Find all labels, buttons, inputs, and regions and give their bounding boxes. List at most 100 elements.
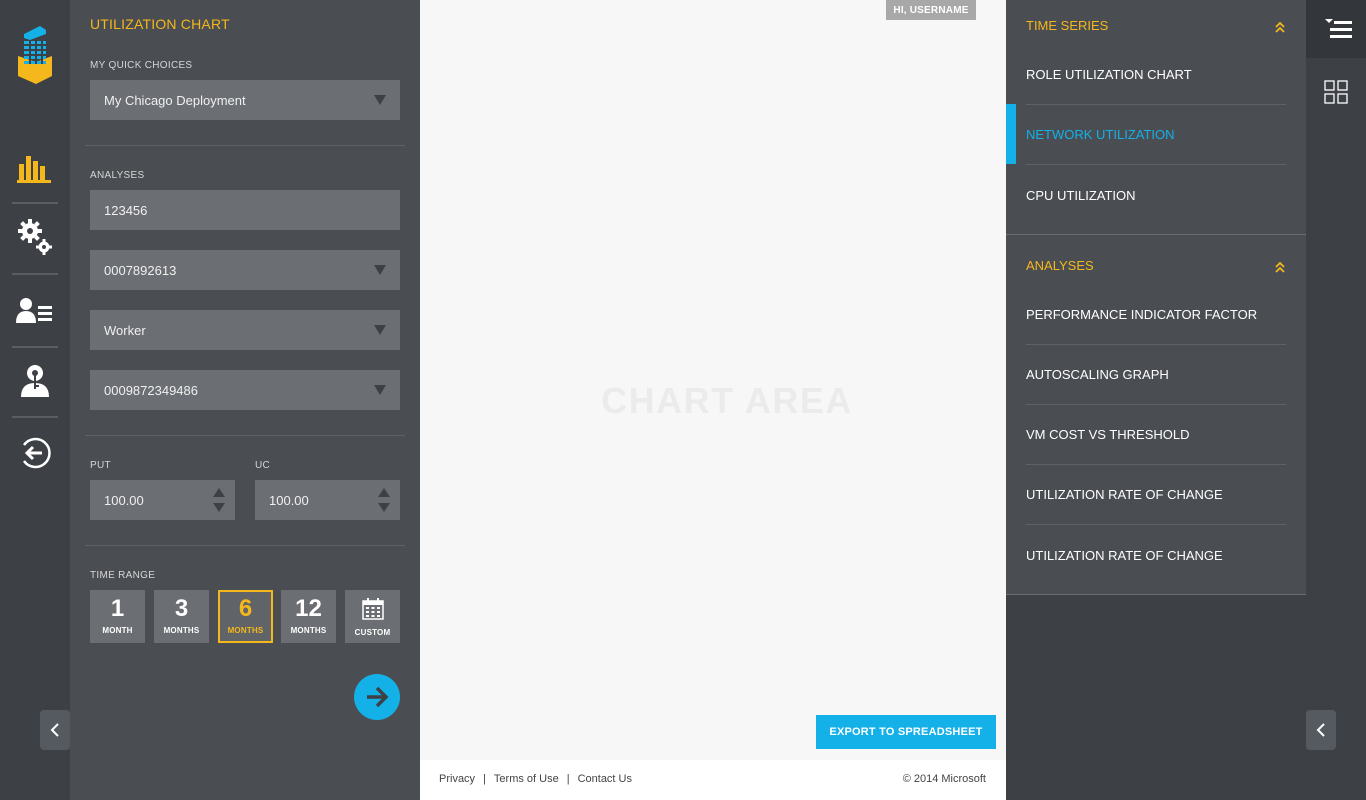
right-rail	[1306, 0, 1366, 800]
user-lock-icon[interactable]	[12, 358, 58, 404]
deployment-id-dropdown[interactable]: 0007892613	[90, 250, 400, 290]
item-label: VM COST VS THRESHOLD	[1026, 427, 1190, 442]
stepper-up-icon[interactable]	[378, 488, 390, 497]
deployment-id-value: 0007892613	[104, 262, 177, 278]
double-chevron-up-icon[interactable]	[1274, 20, 1286, 34]
bar-chart-icon[interactable]	[12, 145, 58, 191]
analysis-id-value: 123456	[104, 202, 148, 218]
collapse-right-button[interactable]	[1306, 710, 1336, 750]
time-range-unit: MONTHS	[163, 626, 200, 635]
time-series-item-cpu-utilization[interactable]: CPU UTILIZATION	[1026, 165, 1286, 225]
active-item-marker	[1006, 104, 1016, 164]
quick-choices-value: My Chicago Deployment	[104, 92, 246, 108]
stepper-down-icon[interactable]	[213, 503, 225, 512]
time-range-label: TIME RANGE	[90, 570, 156, 581]
instance-id-value: 0009872349486	[104, 382, 198, 398]
time-range-number: 12	[295, 595, 322, 622]
rail-divider	[12, 346, 58, 348]
time-series-item-network-utilization[interactable]: NETWORK UTILIZATION	[1026, 105, 1286, 165]
stepper-down-icon[interactable]	[378, 503, 390, 512]
chart-placeholder: CHART AREA	[601, 380, 853, 421]
left-nav-rail	[0, 0, 70, 800]
arrow-right-icon	[367, 686, 389, 708]
analysis-item-utilization-rate[interactable]: UTILIZATION RATE OF CHANGE	[1026, 465, 1286, 525]
uc-value: 100.00	[269, 492, 309, 508]
panel-title: UTILIZATION CHART	[90, 16, 230, 32]
chart-type-panel: TIME SERIES ROLE UTILIZATION CHART NETWO…	[1006, 0, 1306, 800]
analyses-group-title[interactable]: ANALYSES	[1026, 258, 1094, 273]
item-label: CPU UTILIZATION	[1026, 187, 1136, 203]
time-range-3-months-button[interactable]: 3 MONTHS	[154, 590, 209, 643]
analyses-label: ANALYSES	[90, 170, 145, 181]
chevron-left-icon	[1316, 723, 1325, 737]
stepper-arrows	[378, 488, 390, 512]
analysis-item-performance-indicator[interactable]: PERFORMANCE INDICATOR FACTOR	[1026, 285, 1286, 345]
quick-choices-dropdown[interactable]: My Chicago Deployment	[90, 80, 400, 120]
group-divider	[1006, 234, 1306, 235]
calendar-icon	[345, 598, 400, 625]
chevron-left-icon	[50, 723, 59, 737]
footer: Privacy | Terms of Use | Contact Us © 20…	[420, 760, 1006, 800]
analysis-item-utilization-rate[interactable]: UTILIZATION RATE OF CHANGE	[1026, 525, 1286, 585]
item-label: UTILIZATION RATE OF CHANGE	[1026, 547, 1223, 563]
uc-stepper[interactable]: 100.00	[255, 480, 400, 520]
grid-view-icon[interactable]	[1324, 80, 1348, 104]
item-label: ROLE UTILIZATION CHART	[1026, 67, 1192, 82]
stepper-up-icon[interactable]	[213, 488, 225, 497]
contact-link[interactable]: Contact Us	[578, 773, 632, 785]
item-label: UTILIZATION RATE OF CHANGE	[1026, 487, 1223, 502]
time-range-unit: CUSTOM	[354, 628, 391, 637]
item-label: NETWORK UTILIZATION	[1026, 127, 1175, 142]
user-greeting-badge[interactable]: HI, USERNAME	[886, 0, 976, 20]
role-value: Worker	[104, 322, 146, 338]
role-dropdown[interactable]: Worker	[90, 310, 400, 350]
time-series-item-role-utilization[interactable]: ROLE UTILIZATION CHART	[1026, 45, 1286, 105]
logo-icon[interactable]	[16, 22, 54, 84]
time-series-title[interactable]: TIME SERIES	[1026, 18, 1108, 33]
analysis-item-vm-cost[interactable]: VM COST VS THRESHOLD	[1026, 405, 1286, 465]
time-range-number: 6	[238, 595, 253, 622]
footer-separator: |	[483, 773, 486, 785]
copyright-text: © 2014 Microsoft	[902, 773, 986, 785]
divider	[85, 545, 405, 546]
settings-gears-icon[interactable]	[12, 214, 58, 260]
rail-divider	[12, 202, 58, 204]
terms-link[interactable]: Terms of Use	[494, 773, 559, 785]
chart-content-area: HI, USERNAME CHART AREA EXPORT TO SPREAD…	[420, 0, 1006, 760]
item-label: PERFORMANCE INDICATOR FACTOR	[1026, 307, 1258, 322]
time-range-custom-button[interactable]: CUSTOM	[345, 590, 400, 643]
time-range-6-months-button[interactable]: 6 MONTHS	[218, 590, 273, 643]
double-chevron-up-icon[interactable]	[1274, 260, 1286, 274]
time-range-number: 1	[110, 595, 125, 622]
put-stepper[interactable]: 100.00	[90, 480, 235, 520]
footer-separator: |	[566, 773, 570, 785]
utilization-form-panel: UTILIZATION CHART MY QUICK CHOICES My Ch…	[70, 0, 420, 800]
divider	[85, 145, 405, 146]
put-label: PUT	[90, 460, 111, 471]
stepper-arrows	[213, 488, 225, 512]
rail-divider	[12, 416, 58, 418]
user-list-icon[interactable]	[12, 288, 58, 334]
analysis-item-autoscaling-graph[interactable]: AUTOSCALING GRAPH	[1026, 345, 1286, 405]
put-value: 100.00	[104, 492, 144, 508]
item-label: AUTOSCALING GRAPH	[1026, 367, 1169, 382]
analysis-id-input[interactable]: 123456	[90, 190, 400, 230]
privacy-link[interactable]: Privacy	[439, 773, 475, 785]
submit-arrow-button[interactable]	[354, 674, 400, 720]
time-range-number: 3	[174, 595, 189, 622]
collapse-left-button[interactable]	[40, 710, 70, 750]
time-range-12-months-button[interactable]: 12 MONTHS	[281, 590, 336, 643]
quick-choices-label: MY QUICK CHOICES	[90, 60, 193, 71]
time-range-unit: MONTH	[102, 626, 133, 635]
export-spreadsheet-button[interactable]: EXPORT TO SPREADSHEET	[816, 715, 996, 749]
rail-divider	[12, 273, 58, 275]
time-range-1-month-button[interactable]: 1 MONTH	[90, 590, 145, 643]
dropdown-arrow-icon	[374, 325, 386, 335]
time-range-unit: MONTHS	[290, 626, 327, 635]
dropdown-arrow-icon	[374, 385, 386, 395]
signout-icon[interactable]	[12, 430, 58, 476]
instance-id-dropdown[interactable]: 0009872349486	[90, 370, 400, 410]
dropdown-arrow-icon	[374, 95, 386, 105]
menu-toggle-button[interactable]	[1306, 0, 1366, 58]
panel-empty-area	[1006, 595, 1306, 800]
